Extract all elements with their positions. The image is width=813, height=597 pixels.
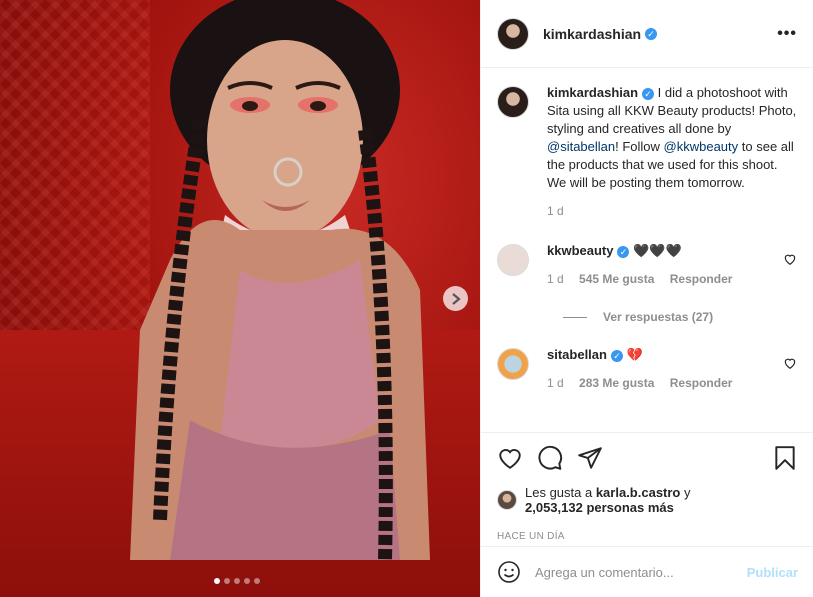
portrait-figure — [130, 0, 430, 560]
reply-button[interactable]: Responder — [670, 272, 733, 286]
add-comment-bar: Publicar — [481, 546, 813, 597]
comment-row: kkwbeauty ✓ 🖤🖤🖤 1 d 545 Me gusta Responde… — [497, 242, 797, 288]
mention-link[interactable]: @sitabellan — [547, 139, 615, 154]
action-icons — [497, 443, 798, 473]
post-side-panel: kimkardashian ✓ ••• kimkardashian ✓ I did… — [480, 0, 813, 597]
liker-avatar[interactable] — [497, 490, 517, 510]
reply-button[interactable]: Responder — [670, 376, 733, 390]
emoji-smiley-icon[interactable] — [497, 560, 521, 584]
comment-time[interactable]: 1 d — [547, 376, 564, 390]
like-comment-heart-icon[interactable] — [783, 252, 797, 266]
author-avatar[interactable] — [497, 86, 529, 118]
carousel-dot — [244, 578, 250, 584]
like-comment-heart-icon[interactable] — [783, 356, 797, 370]
comment-time[interactable]: 1 d — [547, 272, 564, 286]
caption-username[interactable]: kimkardashian — [547, 85, 638, 100]
post-dialog: kimkardashian ✓ ••• kimkardashian ✓ I did… — [0, 0, 813, 597]
comment-meta: 1 d 283 Me gusta Responder — [547, 374, 775, 392]
post-actions: Les gusta a karla.b.castro y 2,053,132 p… — [481, 432, 813, 542]
verified-badge-icon: ✓ — [642, 87, 655, 100]
chevron-right-icon — [451, 292, 461, 305]
mention-link[interactable]: @kkwbeauty — [664, 139, 739, 154]
comments-list: kimkardashian ✓ I did a photoshoot with S… — [481, 68, 813, 432]
verified-badge-icon: ✓ — [617, 245, 630, 258]
post-header: kimkardashian ✓ ••• — [481, 0, 813, 68]
headboard-texture — [0, 0, 150, 330]
carousel-dot — [234, 578, 240, 584]
publish-button[interactable]: Publicar — [747, 565, 798, 580]
comment-body: kkwbeauty ✓ 🖤🖤🖤 1 d 545 Me gusta Responde… — [547, 242, 775, 288]
comment-body: sitabellan ✓ 💔 1 d 283 Me gusta Responder — [547, 346, 775, 392]
post-timestamp[interactable]: HACE UN DÍA — [497, 531, 798, 542]
comment-bubble-icon[interactable] — [537, 445, 563, 471]
comment-text: 🖤🖤🖤 — [633, 243, 682, 258]
carousel-dot — [254, 578, 260, 584]
comment-input[interactable] — [535, 564, 747, 580]
caption-time: 1 d — [547, 204, 564, 218]
like-heart-icon[interactable] — [497, 445, 523, 471]
post-photo[interactable] — [0, 0, 480, 597]
verified-badge-icon: ✓ — [645, 27, 658, 40]
commenter-avatar[interactable] — [497, 244, 529, 276]
share-paper-plane-icon[interactable] — [577, 445, 603, 471]
likes-count[interactable]: 2,053,132 personas más — [525, 500, 674, 515]
carousel-next-button[interactable] — [443, 286, 468, 311]
commenter-avatar[interactable] — [497, 348, 529, 380]
comment-likes[interactable]: 283 Me gusta — [579, 376, 654, 390]
carousel-dot-active — [214, 578, 220, 584]
save-bookmark-icon[interactable] — [772, 445, 798, 471]
caption-row: kimkardashian ✓ I did a photoshoot with S… — [497, 84, 797, 220]
caption-body: kimkardashian ✓ I did a photoshoot with S… — [547, 84, 797, 220]
comment-username[interactable]: sitabellan — [547, 347, 607, 362]
author-avatar[interactable] — [497, 17, 529, 50]
more-options-icon[interactable]: ••• — [777, 25, 797, 43]
comment-likes[interactable]: 545 Me gusta — [579, 272, 654, 286]
carousel-indicator — [214, 578, 260, 584]
liker-username[interactable]: karla.b.castro — [596, 485, 681, 500]
comment-row: sitabellan ✓ 💔 1 d 283 Me gusta Responder — [497, 346, 797, 392]
likes-summary: Les gusta a karla.b.castro y 2,053,132 p… — [497, 485, 798, 515]
likes-text: Les gusta a karla.b.castro y 2,053,132 p… — [525, 485, 691, 515]
verified-badge-icon: ✓ — [610, 349, 623, 362]
caption-text: ! Follow — [615, 139, 664, 154]
comment-meta: 1 d 545 Me gusta Responder — [547, 270, 775, 288]
comment-text: 💔 — [626, 347, 643, 362]
carousel-dot — [224, 578, 230, 584]
view-replies-button[interactable]: Ver respuestas (27) — [563, 310, 797, 324]
author-username[interactable]: kimkardashian — [543, 26, 641, 42]
comment-username[interactable]: kkwbeauty — [547, 243, 613, 258]
